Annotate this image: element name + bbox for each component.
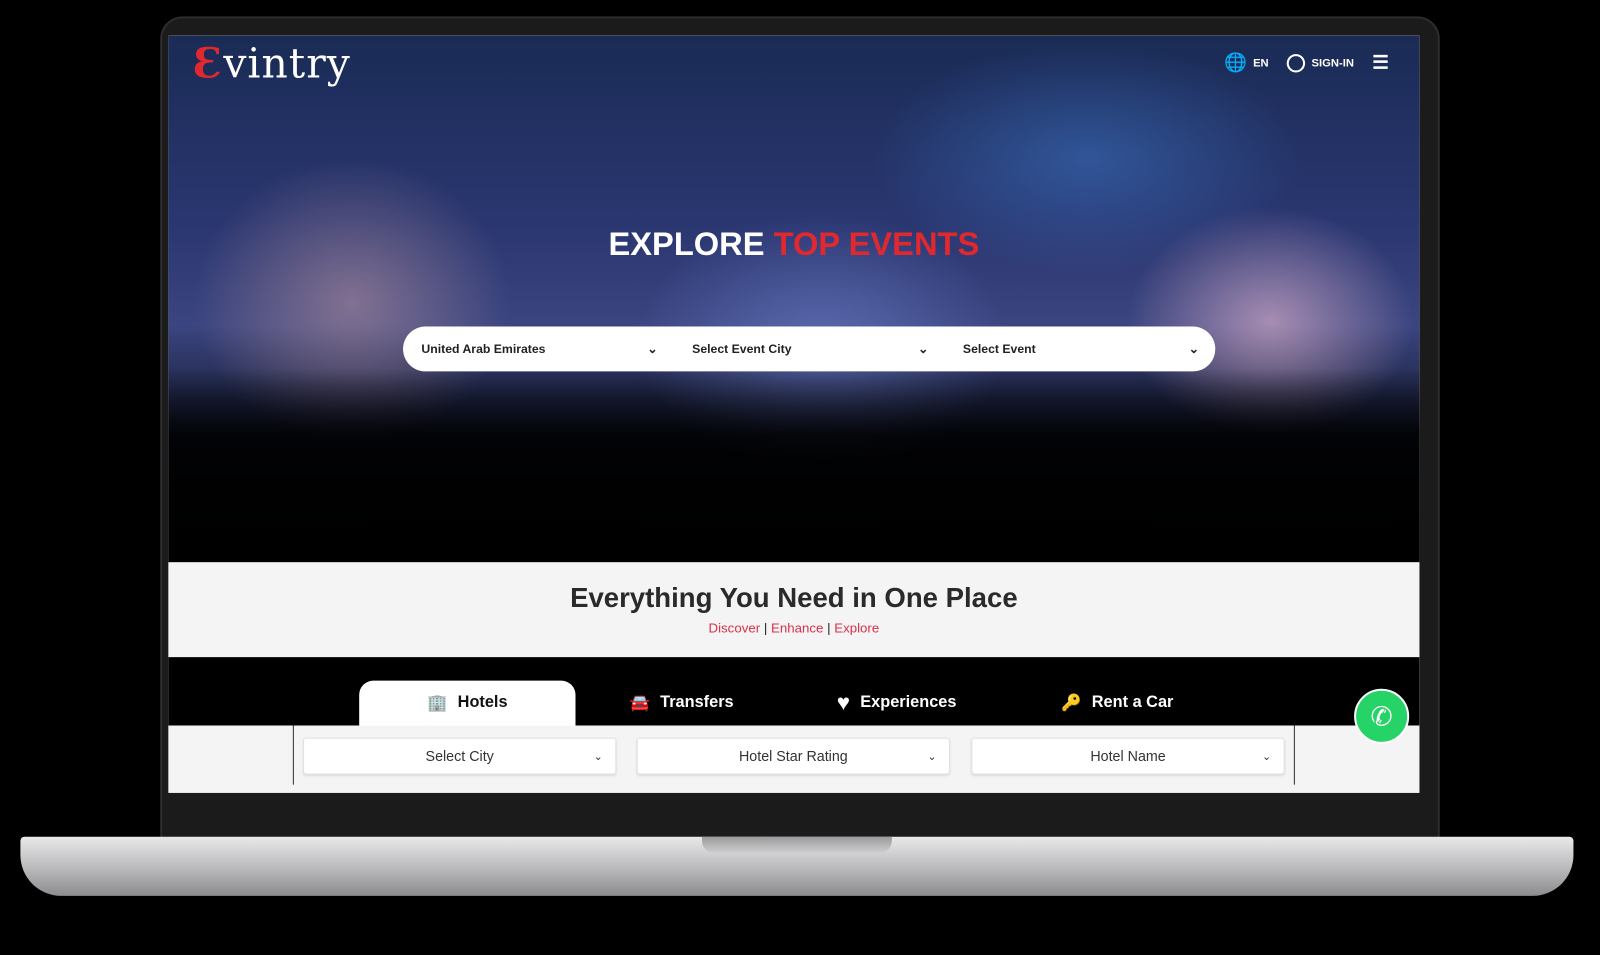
chevron-down-icon: ⌄ — [1188, 341, 1199, 357]
tab-rent-a-car[interactable]: 🔑 Rent a Car — [1061, 681, 1173, 726]
sign-in-link[interactable]: SIGN-IN — [1287, 53, 1354, 72]
event-city-select[interactable]: Select Event City ⌄ — [674, 342, 945, 356]
hotel-search-form: Select City ⌄ Hotel Star Rating ⌄ Hotel Na… — [168, 725, 1420, 793]
website-screen: Ɛvintry 🌐 EN SIGN-IN ☰ EXPLORE TOP EVENTS… — [168, 35, 1420, 793]
tab-hotels[interactable]: 🏢 Hotels — [359, 680, 576, 726]
chevron-down-icon: ⌄ — [1262, 750, 1272, 763]
service-tabs: 🏢 Hotels 🚘 Transfers ♥ Experiences 🔑 Rent a … — [168, 657, 1420, 726]
car-icon: 🚘 — [629, 694, 650, 713]
hotel-name-select[interactable]: Hotel Name ⌄ — [971, 737, 1285, 775]
star-rating-select[interactable]: Hotel Star Rating ⌄ — [636, 737, 950, 775]
user-icon — [1287, 53, 1306, 72]
laptop-notch — [702, 836, 892, 854]
country-select[interactable]: United Arab Emirates ⌄ — [403, 342, 674, 356]
city-select[interactable]: Select City ⌄ — [303, 737, 617, 775]
top-nav: 🌐 EN SIGN-IN ☰ — [1224, 52, 1389, 73]
building-icon: 🏢 — [427, 694, 448, 713]
chevron-down-icon: ⌄ — [917, 341, 929, 357]
whatsapp-icon: ✆ — [1370, 700, 1393, 732]
crowd-silhouette — [168, 368, 1420, 563]
tab-transfers[interactable]: 🚘 Transfers — [630, 681, 734, 726]
logo[interactable]: Ɛvintry — [193, 40, 351, 88]
heart-icon: ♥ — [836, 689, 851, 716]
language-selector[interactable]: 🌐 EN — [1224, 52, 1269, 73]
whatsapp-button[interactable]: ✆ — [1354, 688, 1410, 744]
event-select[interactable]: Select Event ⌄ — [945, 342, 1216, 356]
chevron-down-icon: ⌄ — [593, 750, 604, 763]
chevron-down-icon: ⌄ — [927, 750, 937, 763]
tab-experiences[interactable]: ♥ Experiences — [837, 681, 957, 726]
intro-section: Everything You Need in One Place Discove… — [168, 562, 1420, 658]
key-icon: 🔑 — [1061, 694, 1082, 713]
section-title: Everything You Need in One Place — [570, 582, 1018, 614]
tagline: Discover | Enhance | Explore — [708, 620, 880, 636]
hero-banner: Ɛvintry 🌐 EN SIGN-IN ☰ EXPLORE TOP EVENTS… — [168, 35, 1420, 563]
laptop-mockup: Ɛvintry 🌐 EN SIGN-IN ☰ EXPLORE TOP EVENTS… — [0, 0, 1600, 955]
event-search-bar: United Arab Emirates ⌄ Select Event City ⌄… — [403, 326, 1216, 372]
hero-title: EXPLORE TOP EVENTS — [608, 225, 980, 263]
chevron-down-icon: ⌄ — [647, 341, 658, 357]
menu-icon[interactable]: ☰ — [1372, 52, 1388, 73]
globe-icon: 🌐 — [1224, 52, 1247, 73]
